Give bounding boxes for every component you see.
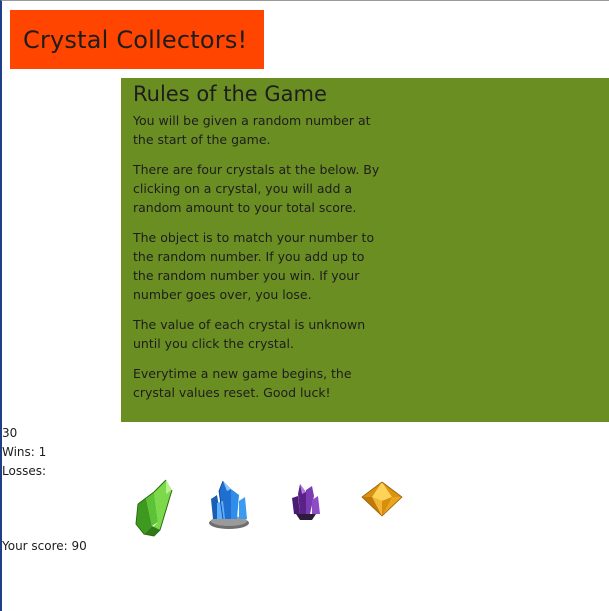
title-banner: Crystal Collectors! [10, 10, 264, 69]
rules-paragraph: You will be given a random number at the… [133, 113, 371, 147]
stats-block: 30 Wins: 1 Losses: [2, 424, 46, 481]
game-page: Crystal Collectors! Rules of the Game Yo… [0, 0, 609, 611]
green-crystal-icon[interactable] [132, 478, 176, 538]
yellow-crystal-icon[interactable] [360, 481, 404, 517]
rules-paragraph: The value of each crystal is unknown unt… [133, 317, 366, 351]
wins-counter: Wins: 1 [2, 445, 47, 459]
purple-crystal-icon[interactable] [290, 480, 322, 522]
rules-paragraph: There are four crystals at the below. By… [133, 162, 380, 215]
losses-counter: Losses: [2, 464, 46, 478]
rules-paragraph: Everytime a new game begins, the crystal… [133, 366, 352, 400]
target-number: 30 [2, 426, 18, 440]
rules-panel: Rules of the Game You will be given a ra… [121, 78, 609, 422]
blue-crystal-icon[interactable] [207, 477, 251, 531]
score-display: Your score: 90 [2, 539, 87, 553]
game-title: Crystal Collectors! [23, 25, 248, 54]
rules-paragraph: The object is to match your number to th… [133, 230, 375, 302]
rules-heading: Rules of the Game [133, 82, 327, 106]
